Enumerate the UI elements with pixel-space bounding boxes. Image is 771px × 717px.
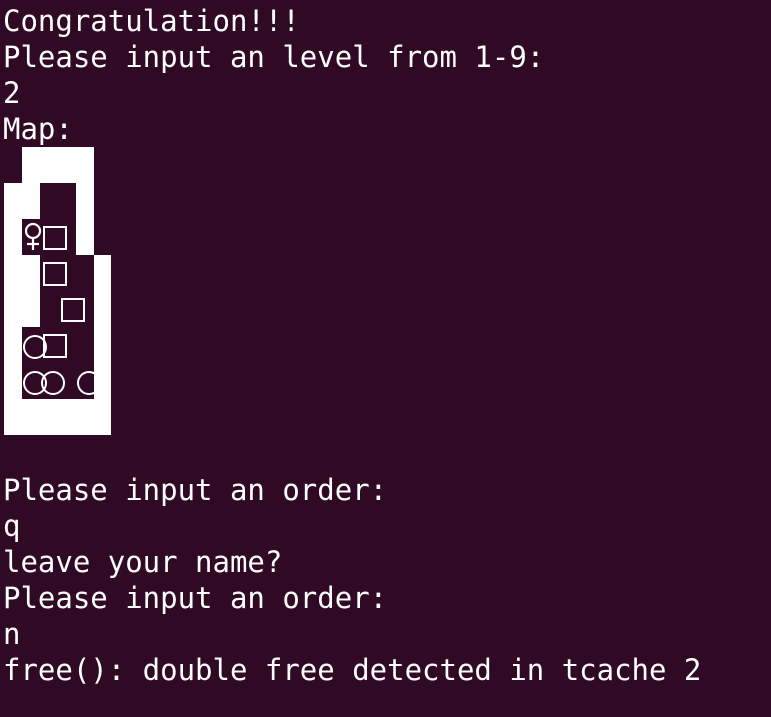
- circle-icon: [40, 363, 65, 399]
- square-icon: [42, 219, 67, 255]
- order-input-line: q: [3, 509, 21, 543]
- order-prompt-line: Please input an order:: [3, 473, 388, 507]
- sokoban-map: [0, 147, 120, 437]
- square-icon: [60, 291, 85, 327]
- order-input-line: n: [3, 617, 21, 651]
- female-sign-icon: [22, 219, 42, 255]
- circle-icon: [76, 363, 94, 399]
- terminal-window[interactable]: Congratulation!!! Please input an level …: [0, 0, 771, 717]
- circle-icon: [22, 327, 47, 363]
- level-prompt-line: Please input an level from 1-9:: [3, 40, 545, 74]
- level-input-line: 2: [3, 76, 21, 110]
- error-message-line: free(): double free detected in tcache 2: [3, 653, 702, 687]
- congratulation-line: Congratulation!!!: [3, 4, 300, 38]
- order-prompt-line: Please input an order:: [3, 581, 388, 615]
- square-icon: [42, 255, 67, 291]
- circle-icon: [22, 363, 47, 399]
- map-wall: [22, 147, 94, 183]
- name-prompt-line: leave your name?: [3, 545, 283, 579]
- map-label-line: Map:: [3, 112, 73, 146]
